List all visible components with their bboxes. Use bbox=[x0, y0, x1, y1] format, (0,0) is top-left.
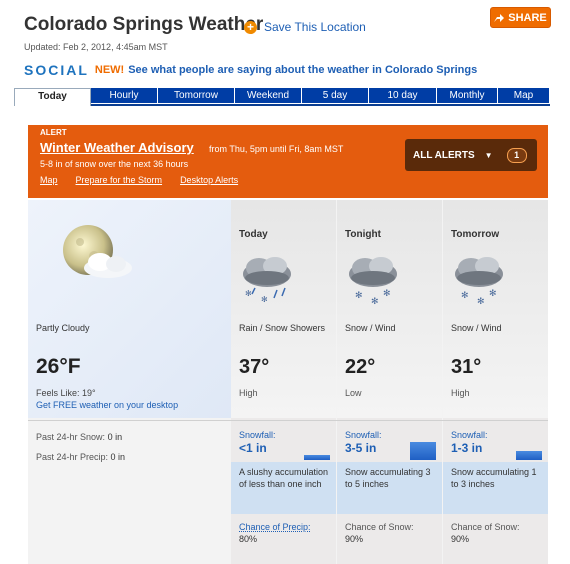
snowfall-bar bbox=[304, 455, 330, 460]
social-logo: SOCIAL bbox=[24, 62, 89, 78]
snowfall-bar bbox=[410, 442, 436, 460]
forecast-temp: 37° bbox=[239, 356, 270, 378]
current-temp: 26°F bbox=[36, 355, 81, 378]
past-precip: Past 24-hr Precip: 0 in bbox=[36, 452, 126, 462]
snow-wind-icon: ✻ ✻ ✻ bbox=[349, 257, 397, 306]
svg-text:✻: ✻ bbox=[245, 289, 252, 298]
snowfall-value: 3-5 in bbox=[345, 441, 377, 455]
snowfall-label: Snowfall: bbox=[451, 430, 488, 440]
share-label: SHARE bbox=[508, 11, 547, 24]
forecast-day: Tomorrow bbox=[451, 229, 500, 240]
new-badge: NEW! bbox=[94, 64, 125, 76]
svg-text:✻: ✻ bbox=[489, 288, 497, 298]
forecast-high-low: High bbox=[239, 388, 258, 398]
share-icon bbox=[494, 13, 505, 22]
snowfall-description: Snow accumulating 1 to 3 inches bbox=[443, 462, 548, 514]
snow-chance-value: 90% bbox=[451, 534, 470, 544]
page-title: Colorado Springs Weather bbox=[24, 14, 264, 35]
precip-chance-value: 80% bbox=[239, 534, 258, 544]
tab-today[interactable]: Today bbox=[14, 88, 91, 106]
forecast-condition: Rain / Snow Showers bbox=[239, 323, 326, 333]
forecast-column-today: Today ✻ ✻ Rain / Snow Showers 37° High S… bbox=[231, 200, 336, 564]
alert-time: from Thu, 5pm until Fri, 8am MST bbox=[209, 144, 344, 154]
snowfall-section: Snowfall: 3-5 in Snow accumulating 3 to … bbox=[337, 424, 442, 514]
tab-map[interactable]: Map bbox=[498, 88, 550, 103]
tab-monthly[interactable]: Monthly bbox=[437, 88, 498, 103]
divider bbox=[28, 420, 548, 421]
snowfall-section: Snowfall: <1 in A slushy accumulation of… bbox=[231, 424, 336, 514]
save-location-button[interactable]: + Save This Location bbox=[244, 20, 366, 34]
past-snow: Past 24-hr Snow: 0 in bbox=[36, 432, 123, 442]
svg-text:✻: ✻ bbox=[371, 296, 379, 306]
desktop-weather-link[interactable]: Get FREE weather on your desktop bbox=[36, 400, 178, 410]
alert-subtitle: 5-8 in of snow over the next 36 hours bbox=[40, 159, 189, 169]
forecast-temp: 22° bbox=[345, 356, 376, 378]
plus-icon: + bbox=[244, 20, 257, 34]
current-condition: Partly Cloudy bbox=[36, 323, 90, 333]
snow-chance-value: 90% bbox=[345, 534, 364, 544]
forecast-condition: Snow / Wind bbox=[345, 323, 396, 333]
alert-title-link[interactable]: Winter Weather Advisory bbox=[40, 140, 194, 155]
forecast-day: Tonight bbox=[345, 229, 381, 240]
snowfall-value: <1 in bbox=[239, 441, 267, 455]
alert-banner: ALERT Winter Weather Advisory from Thu, … bbox=[28, 125, 548, 198]
svg-text:✻: ✻ bbox=[461, 290, 469, 300]
updated-timestamp: Updated: Feb 2, 2012, 4:45am MST bbox=[24, 42, 168, 52]
snow-chance-label: Chance of Snow: bbox=[345, 522, 414, 532]
snowfall-value: 1-3 in bbox=[451, 441, 483, 455]
forecast-high-low: Low bbox=[345, 388, 362, 398]
alert-count-badge: 1 bbox=[506, 147, 527, 163]
forecast-condition: Snow / Wind bbox=[451, 323, 502, 333]
tab-10-day[interactable]: 10 day bbox=[369, 88, 437, 103]
save-location-label: Save This Location bbox=[264, 20, 366, 34]
feels-like: Feels Like: 19° bbox=[36, 388, 96, 398]
tab-weekend[interactable]: Weekend bbox=[235, 88, 302, 103]
alert-desktop-link[interactable]: Desktop Alerts bbox=[180, 175, 238, 185]
tab-5-day[interactable]: 5 day bbox=[302, 88, 369, 103]
current-conditions: Partly Cloudy 26°F Feels Like: 19° Get F… bbox=[28, 200, 231, 418]
svg-text:✻: ✻ bbox=[261, 295, 268, 304]
svg-text:✻: ✻ bbox=[477, 296, 485, 306]
chevron-down-icon: ▼ bbox=[484, 150, 493, 160]
alert-prepare-link[interactable]: Prepare for the Storm bbox=[76, 175, 163, 185]
rain-snow-icon: ✻ ✻ bbox=[243, 257, 291, 304]
all-alerts-dropdown[interactable]: ALL ALERTS ▼ 1 bbox=[405, 139, 537, 171]
snowfall-description: Snow accumulating 3 to 5 inches bbox=[337, 462, 442, 514]
snow-wind-icon: ✻ ✻ ✻ bbox=[455, 257, 503, 306]
snowfall-bar bbox=[516, 451, 542, 460]
forecast-column-tomorrow: Tomorrow ✻ ✻ ✻ Snow / Wind 31° High Snow… bbox=[443, 200, 548, 564]
tab-tomorrow[interactable]: Tomorrow bbox=[158, 88, 235, 103]
forecast-tabs: Today Hourly Tomorrow Weekend 5 day 10 d… bbox=[14, 88, 550, 106]
snowfall-label: Snowfall: bbox=[345, 430, 382, 440]
snow-chance-label: Chance of Snow: bbox=[451, 522, 520, 532]
snowfall-section: Snowfall: 1-3 in Snow accumulating 1 to … bbox=[443, 424, 548, 514]
alert-map-link[interactable]: Map bbox=[40, 175, 58, 185]
forecast-high-low: High bbox=[451, 388, 470, 398]
share-button[interactable]: SHARE bbox=[490, 7, 551, 28]
precip-chance-label[interactable]: Chance of Precip: bbox=[239, 522, 311, 532]
tab-hourly[interactable]: Hourly bbox=[91, 88, 158, 103]
forecast-column-tonight: Tonight ✻ ✻ ✻ Snow / Wind 22° Low Snowfa… bbox=[337, 200, 442, 564]
forecast-day: Today bbox=[239, 229, 268, 240]
svg-text:✻: ✻ bbox=[355, 290, 363, 300]
forecast-grid: Partly Cloudy 26°F Feels Like: 19° Get F… bbox=[28, 200, 548, 564]
snowfall-label[interactable]: Snowfall: bbox=[239, 430, 276, 440]
social-bar: SOCIAL NEW! See what people are saying a… bbox=[24, 62, 477, 78]
alert-links: Map Prepare for the Storm Desktop Alerts bbox=[40, 175, 238, 185]
snowfall-description: A slushy accumulation of less than one i… bbox=[231, 462, 336, 514]
alert-tag: ALERT bbox=[40, 128, 67, 137]
social-link[interactable]: See what people are saying about the wea… bbox=[128, 64, 477, 76]
all-alerts-label: ALL ALERTS bbox=[413, 149, 475, 161]
past-24hr: Past 24-hr Snow: 0 in Past 24-hr Precip:… bbox=[28, 424, 231, 514]
partly-cloudy-night-icon bbox=[63, 225, 132, 278]
svg-text:✻: ✻ bbox=[383, 288, 391, 298]
forecast-temp: 31° bbox=[451, 356, 482, 378]
